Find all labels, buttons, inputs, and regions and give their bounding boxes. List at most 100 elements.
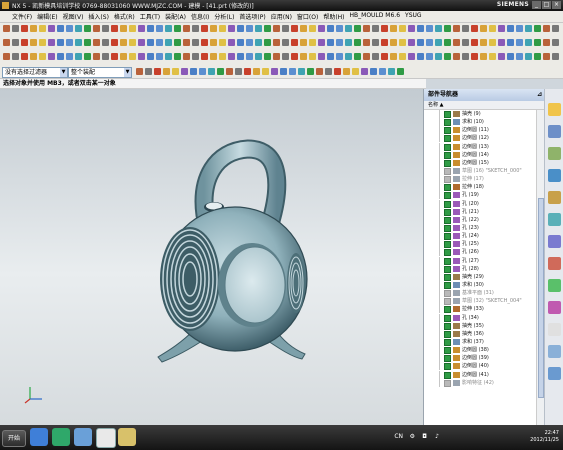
toolbar-tool-icon[interactable] — [462, 25, 469, 32]
checkbox-icon[interactable] — [444, 159, 451, 167]
toolbar-tool-icon[interactable] — [210, 53, 217, 60]
toolbar-tool-icon[interactable] — [228, 39, 235, 46]
feature-row[interactable]: 求和 (10) — [424, 118, 537, 127]
toolbar-tool-icon[interactable] — [235, 68, 242, 75]
toolbar-tool-icon[interactable] — [390, 53, 397, 60]
toolbar-tool-icon[interactable] — [462, 53, 469, 60]
toolbar-tool-icon[interactable] — [93, 25, 100, 32]
toolbar-tool-icon[interactable] — [21, 25, 28, 32]
checkbox-icon[interactable] — [444, 265, 451, 273]
toolbar-tool-icon[interactable] — [154, 68, 161, 75]
feature-row[interactable]: 草图 (16) "SKETCH_000" — [424, 166, 537, 175]
feature-row[interactable]: 拉伸 (17) — [424, 175, 537, 184]
checkbox-icon[interactable] — [444, 249, 451, 257]
menu-item[interactable]: 文件(F) — [12, 12, 32, 21]
feature-row[interactable]: 求和 (37) — [424, 337, 537, 346]
toolbar-tool-icon[interactable] — [201, 53, 208, 60]
feature-row[interactable]: 孔 (22) — [424, 215, 537, 224]
toolbar-tool-icon[interactable] — [174, 25, 181, 32]
toolbar-tool-icon[interactable] — [75, 53, 82, 60]
toolbar-tool-icon[interactable] — [199, 68, 206, 75]
feature-row[interactable]: 边倒圆 (14) — [424, 150, 537, 159]
toolbar-tool-icon[interactable] — [361, 68, 368, 75]
toolbar-tool-icon[interactable] — [372, 39, 379, 46]
feature-row[interactable]: 抽壳 (36) — [424, 329, 537, 338]
toolbar-tool-icon[interactable] — [289, 68, 296, 75]
toolbar-tool-icon[interactable] — [343, 68, 350, 75]
toolbar-tool-icon[interactable] — [453, 53, 460, 60]
toolbar-tool-icon[interactable] — [165, 25, 172, 32]
menu-item[interactable]: 帮助(H) — [323, 12, 344, 21]
feature-row[interactable]: 孔 (21) — [424, 207, 537, 216]
checkbox-icon[interactable] — [444, 200, 451, 208]
toolbar-tool-icon[interactable] — [129, 39, 136, 46]
toolbar-tool-icon[interactable] — [102, 39, 109, 46]
menu-item[interactable]: 视图(V) — [63, 12, 84, 21]
toolbar-tool-icon[interactable] — [334, 68, 341, 75]
toolbar-tool-icon[interactable] — [291, 53, 298, 60]
toolbar-tool-icon[interactable] — [318, 39, 325, 46]
toolbar-tool-icon[interactable] — [399, 53, 406, 60]
toolbar-tool-icon[interactable] — [136, 68, 143, 75]
sound-tray-icon[interactable]: ♪ — [435, 433, 439, 440]
pin-icon[interactable]: ⊿ — [537, 89, 542, 101]
toolbar-tool-icon[interactable] — [172, 68, 179, 75]
toolbar-tool-icon[interactable] — [363, 25, 370, 32]
graphics-window[interactable] — [0, 89, 423, 425]
toolbar-tool-icon[interactable] — [399, 39, 406, 46]
toolbar-tool-icon[interactable] — [120, 53, 127, 60]
toolbar-tool-icon[interactable] — [48, 53, 55, 60]
resource-bar-tab-icon[interactable] — [548, 257, 561, 270]
toolbar-tool-icon[interactable] — [489, 39, 496, 46]
toolbar-tool-icon[interactable] — [543, 53, 550, 60]
feature-row[interactable]: 草图 (32) "SKETCH_004" — [424, 297, 537, 306]
toolbar-tool-icon[interactable] — [39, 39, 46, 46]
toolbar-tool-icon[interactable] — [228, 25, 235, 32]
checkbox-icon[interactable] — [444, 298, 451, 306]
toolbar-tool-icon[interactable] — [345, 53, 352, 60]
toolbar-tool-icon[interactable] — [309, 53, 316, 60]
checkbox-icon[interactable] — [444, 176, 451, 184]
resource-bar-tab-icon[interactable] — [548, 147, 561, 160]
toolbar-tool-icon[interactable] — [397, 68, 404, 75]
network-tray-icon[interactable]: ◘ — [422, 433, 427, 440]
toolbar-tool-icon[interactable] — [253, 68, 260, 75]
toolbar-tool-icon[interactable] — [84, 39, 91, 46]
toolbar-tool-icon[interactable] — [352, 68, 359, 75]
feature-row[interactable]: 拉伸 (33) — [424, 305, 537, 314]
toolbar-tool-icon[interactable] — [147, 25, 154, 32]
checkbox-icon[interactable] — [444, 184, 451, 192]
menu-item[interactable]: 装配(A) — [165, 12, 186, 21]
checkbox-icon[interactable] — [444, 167, 451, 175]
toolbar-tool-icon[interactable] — [129, 53, 136, 60]
toolbar-tool-icon[interactable] — [165, 53, 172, 60]
toolbar-tool-icon[interactable] — [426, 25, 433, 32]
toolbar-tool-icon[interactable] — [408, 53, 415, 60]
toolbar-tool-icon[interactable] — [390, 39, 397, 46]
toolbar-tool-icon[interactable] — [282, 53, 289, 60]
toolbar-tool-icon[interactable] — [336, 39, 343, 46]
toolbar-tool-icon[interactable] — [507, 25, 514, 32]
toolbar-tool-icon[interactable] — [444, 39, 451, 46]
toolbar-tool-icon[interactable] — [379, 68, 386, 75]
toolbar-tool-icon[interactable] — [48, 39, 55, 46]
toolbar-tool-icon[interactable] — [208, 68, 215, 75]
toolbar-tool-icon[interactable] — [325, 68, 332, 75]
toolbar-tool-icon[interactable] — [30, 39, 37, 46]
toolbar-tool-icon[interactable] — [298, 68, 305, 75]
feature-row[interactable]: 基准平面 (31) — [424, 289, 537, 298]
toolbar-tool-icon[interactable] — [264, 39, 271, 46]
toolbar-tool-icon[interactable] — [552, 53, 559, 60]
menu-item[interactable]: 格式(R) — [114, 12, 135, 21]
toolbar-tool-icon[interactable] — [336, 25, 343, 32]
toolbar-tool-icon[interactable] — [264, 53, 271, 60]
maximize-icon[interactable]: □ — [542, 1, 551, 9]
toolbar-tool-icon[interactable] — [3, 53, 10, 60]
resource-bar-tab-icon[interactable] — [548, 279, 561, 292]
toolbar-tool-icon[interactable] — [300, 25, 307, 32]
toolbar-tool-icon[interactable] — [217, 68, 224, 75]
resource-bar-tab-icon[interactable] — [548, 345, 561, 358]
feature-row[interactable]: 拉伸 (18) — [424, 183, 537, 192]
toolbar-tool-icon[interactable] — [93, 53, 100, 60]
toolbar-tool-icon[interactable] — [525, 53, 532, 60]
